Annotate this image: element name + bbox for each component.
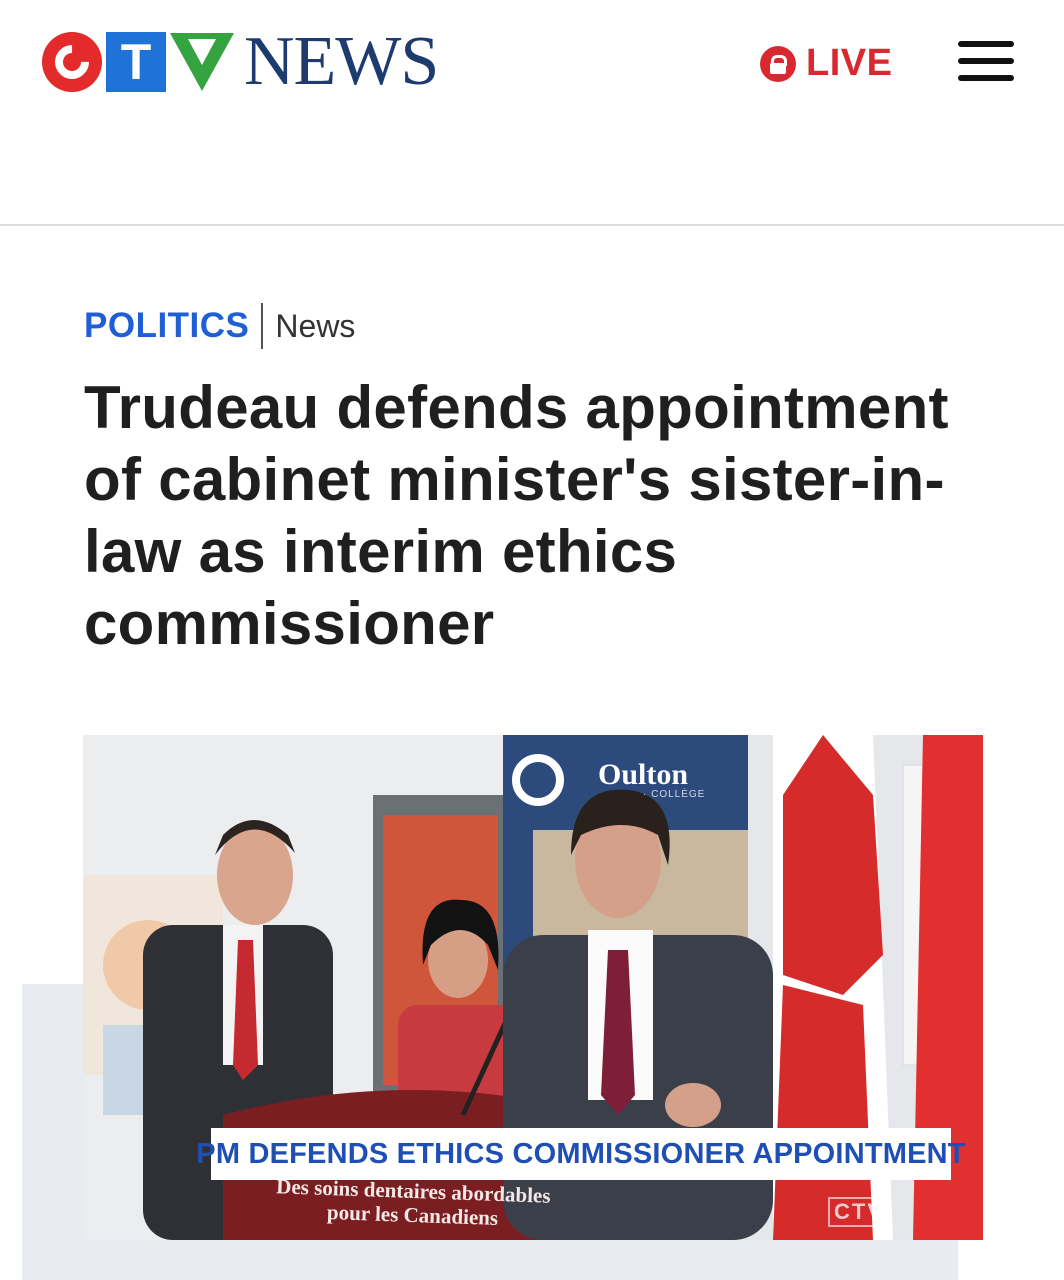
- logo-wordmark: NEWS: [244, 23, 439, 100]
- breadcrumb-subsection[interactable]: News: [275, 308, 355, 345]
- college-banner-sub: · COLLÈGE: [643, 789, 706, 800]
- ctv-news-logo[interactable]: T NEWS: [42, 23, 439, 100]
- live-button[interactable]: LIVE: [760, 42, 892, 85]
- breadcrumb-section-politics[interactable]: POLITICS: [84, 306, 249, 346]
- breadcrumb: POLITICS News: [84, 303, 355, 349]
- live-label: LIVE: [806, 42, 893, 84]
- logo-c-mark: [42, 32, 102, 92]
- ctv-watermark: CTV: [828, 1197, 890, 1227]
- video-caption-bar: PM DEFENDS ETHICS COMMISSIONER APPOINTME…: [196, 1128, 966, 1180]
- logo-t-mark: T: [106, 32, 166, 92]
- article-video-thumbnail[interactable]: Oulton · COLLÈGE Des soins dentaires abo…: [83, 735, 983, 1240]
- lock-icon: [760, 45, 796, 82]
- video-caption-text: PM DEFENDS ETHICS COMMISSIONER APPOINTME…: [196, 1137, 966, 1170]
- article-headline: Trudeau defends appointment of cabinet m…: [84, 374, 949, 657]
- breadcrumb-divider: [261, 303, 264, 349]
- logo-v-mark: [170, 33, 234, 91]
- college-banner-name: Oulton: [598, 758, 689, 791]
- site-header: T NEWS LIVE: [0, 0, 1064, 226]
- hamburger-menu-icon[interactable]: [958, 38, 1014, 86]
